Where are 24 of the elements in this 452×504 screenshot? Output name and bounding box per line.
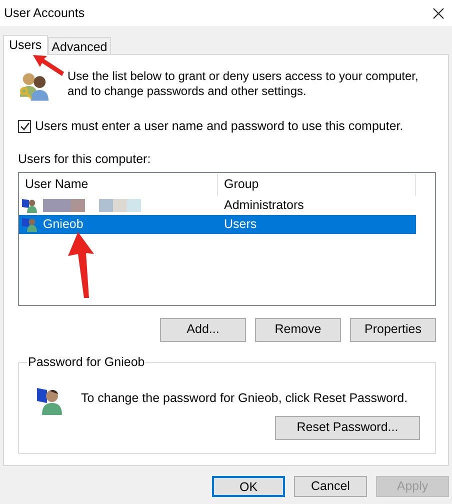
annotation-arrow: [33, 55, 65, 77]
remove-button[interactable]: Remove: [255, 318, 341, 342]
user-icon: [22, 197, 38, 213]
table-cell[interactable]: Administrators: [218, 196, 304, 214]
checkbox-label: Users must enter a user name and password to use this computer.: [35, 118, 404, 135]
table-cell[interactable]: Gnieob: [41, 214, 218, 234]
properties-button[interactable]: Properties: [350, 318, 436, 342]
intro-text: Use the list below to grant or deny users access to your computer, and to change passwords and other settings.: [68, 69, 420, 100]
table-row[interactable]: Gnieob Users: [19, 214, 416, 234]
tab[interactable]: Advanced: [48, 37, 112, 54]
add-button[interactable]: Add...: [160, 318, 246, 342]
checkbox[interactable]: [18, 120, 31, 133]
ok-button[interactable]: OK: [212, 476, 285, 497]
table-cell[interactable]: Users: [218, 214, 257, 234]
close-icon[interactable]: [433, 8, 444, 18]
tab[interactable]: Users: [3, 35, 48, 55]
instruction-text: To change the password for Gnieob, click Reset Password.: [81, 390, 408, 407]
user-icon: [22, 216, 38, 232]
column-header[interactable]: User Name: [19, 174, 218, 196]
cancel-button[interactable]: Cancel: [294, 476, 367, 497]
reset-password-button[interactable]: Reset Password...: [275, 416, 420, 440]
column-header[interactable]: Group: [218, 174, 416, 196]
section-label: Users for this computer:: [18, 150, 152, 168]
window-title: User Accounts: [4, 4, 85, 22]
